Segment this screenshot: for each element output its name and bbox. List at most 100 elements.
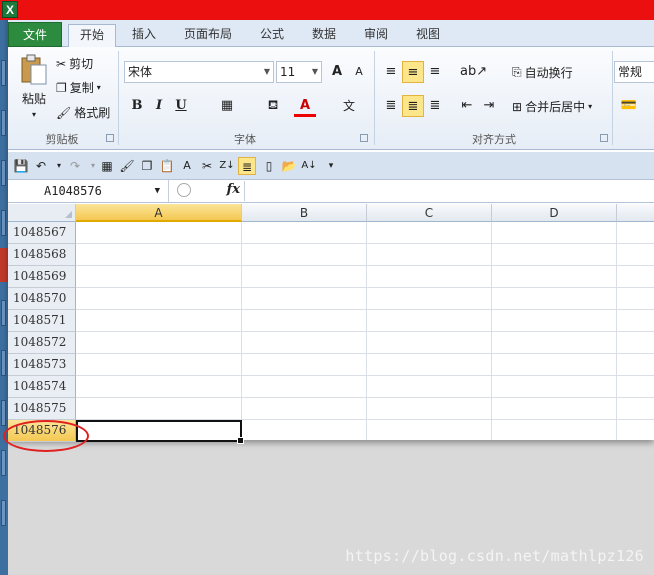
align-right-button[interactable]: ≣	[424, 95, 446, 117]
alignment-launcher-icon[interactable]	[600, 134, 608, 142]
sort-icon: A↓	[301, 160, 317, 171]
font-icon: A	[183, 159, 191, 172]
chevron-down-icon: ▾	[90, 161, 95, 170]
row-header[interactable]: 1048573	[8, 354, 76, 376]
open-qat-button[interactable]: 📂	[280, 157, 298, 175]
column-header-a[interactable]: A	[76, 204, 242, 222]
tab-home[interactable]: 开始	[68, 24, 116, 47]
copy-qat-button[interactable]: ❐	[138, 157, 156, 175]
redo-button[interactable]: ↷	[66, 157, 84, 175]
strip-tab	[1, 60, 6, 86]
grow-font-button[interactable]: A	[326, 61, 348, 83]
font-size-select[interactable]: 11 ▼	[276, 61, 322, 83]
font-color-button[interactable]: A	[294, 95, 316, 117]
row-header[interactable]: 1048570	[8, 288, 76, 310]
sort-qat-button[interactable]: Z↓	[218, 157, 236, 175]
row-header[interactable]: 1048571	[8, 310, 76, 332]
column-header-d[interactable]: D	[492, 204, 617, 222]
chevron-down-icon: ▾	[328, 161, 334, 171]
merge-center-label: 合并后居中	[525, 100, 586, 114]
border-icon: ▦	[220, 98, 234, 113]
tab-page-layout[interactable]: 页面布局	[176, 24, 240, 47]
decrease-indent-button[interactable]: ⇤	[456, 95, 478, 117]
cut-label: 剪切	[69, 57, 94, 71]
cut-button[interactable]: ✂ 剪切	[56, 55, 93, 72]
copy-label: 复制	[69, 81, 94, 95]
name-box[interactable]: A1048576 ▼	[8, 180, 164, 202]
cut-qat-button[interactable]: ✂	[198, 157, 216, 175]
tab-review[interactable]: 审阅	[356, 24, 396, 47]
ribbon-home: 粘贴 ▾ ✂ 剪切 ❐ 复制 ▾ 🖌 格式刷 剪贴板 宋体 ▼ 11 ▼ A A	[8, 47, 654, 150]
ribbon-separator	[118, 51, 119, 145]
save-button[interactable]: 💾	[12, 157, 30, 175]
center-qat-button[interactable]: ≣	[238, 157, 256, 175]
redo-icon: ↷	[69, 159, 81, 173]
align-top-button[interactable]: ≡	[380, 61, 402, 83]
column-header-e[interactable]	[617, 204, 654, 222]
tab-view[interactable]: 视图	[408, 24, 448, 47]
row-header[interactable]: 1048572	[8, 332, 76, 354]
fill-color-button[interactable]: ⛾	[262, 95, 284, 117]
tab-file[interactable]: 文件	[8, 22, 62, 47]
wrap-text-icon: ⎘	[512, 65, 522, 79]
number-format-value: 常规	[618, 65, 643, 79]
shrink-font-button[interactable]: A	[348, 61, 370, 83]
gridline	[76, 353, 654, 354]
paste-button[interactable]: 粘贴 ▾	[14, 53, 54, 119]
tab-data[interactable]: 数据	[304, 24, 344, 47]
phonetic-button[interactable]: 文	[338, 95, 360, 117]
paste-qat-button[interactable]: 📋	[158, 157, 176, 175]
row-header[interactable]: 1048575	[8, 398, 76, 420]
align-center-button[interactable]: ≣	[402, 95, 424, 117]
column-header-c[interactable]: C	[367, 204, 492, 222]
undo-button[interactable]: ↶	[32, 157, 50, 175]
align-bottom-button[interactable]: ≡	[424, 61, 446, 83]
gridline	[76, 375, 654, 376]
font-launcher-icon[interactable]	[360, 134, 368, 142]
column-header-b[interactable]: B	[242, 204, 367, 222]
wrap-text-button[interactable]: ⎘ 自动换行	[512, 64, 573, 81]
active-cell[interactable]	[76, 420, 244, 444]
orientation-button[interactable]: ab↗	[460, 61, 487, 83]
row-header[interactable]: 1048567	[8, 222, 76, 244]
excel-app-icon[interactable]: X	[2, 1, 18, 18]
borders-qat-button[interactable]: ▦	[98, 157, 116, 175]
border-button[interactable]: ▦	[216, 95, 238, 117]
tab-formulas[interactable]: 公式	[252, 24, 292, 47]
gridline	[76, 243, 654, 244]
row-header[interactable]: 1048569	[8, 266, 76, 288]
name-box-value: A1048576	[44, 184, 102, 198]
grid-icon: ▦	[101, 159, 113, 173]
open-folder-icon: 📂	[281, 159, 297, 173]
expand-icon[interactable]	[177, 183, 191, 197]
tab-insert[interactable]: 插入	[123, 24, 165, 47]
font-qat-button[interactable]: A	[178, 157, 196, 175]
copy-button[interactable]: ❐ 复制 ▾	[56, 79, 101, 96]
underline-button[interactable]: U	[170, 95, 192, 117]
number-format-select[interactable]: 常规	[614, 61, 654, 83]
merge-icon: ⊞	[512, 99, 523, 114]
sort-desc-qat-button[interactable]: A↓	[300, 157, 318, 175]
formula-input[interactable]	[244, 181, 654, 201]
row-header[interactable]: 1048568	[8, 244, 76, 266]
merge-center-button[interactable]: ⊞ 合并后居中 ▾	[512, 98, 592, 115]
clipboard-launcher-icon[interactable]	[106, 134, 114, 142]
format-painter-button[interactable]: 🖌 格式刷	[56, 104, 110, 121]
new-qat-button[interactable]: ▯	[260, 157, 278, 175]
chevron-down-icon: ▾	[96, 83, 101, 92]
bold-button[interactable]: B	[126, 95, 148, 117]
font-name-select[interactable]: 宋体 ▼	[124, 61, 274, 83]
strip-tab	[1, 110, 6, 136]
align-left-button[interactable]: ≣	[380, 95, 402, 117]
increase-indent-button[interactable]: ⇥	[478, 95, 500, 117]
format-painter-qat-button[interactable]: 🖌	[118, 157, 136, 175]
italic-button[interactable]: I	[148, 95, 170, 117]
currency-button[interactable]: 💳	[618, 95, 640, 117]
insert-function-button[interactable]: fx	[227, 182, 240, 197]
excel-window: X 文件 开始 插入 页面布局 公式 数据 审阅 视图 粘贴 ▾ ✂ 剪切 ❐ …	[0, 0, 654, 444]
row-header[interactable]: 1048574	[8, 376, 76, 398]
customize-qat-button[interactable]: ▾	[322, 157, 340, 175]
strip-tab	[1, 300, 6, 326]
select-all-corner[interactable]	[8, 204, 76, 222]
align-middle-button[interactable]: ≡	[402, 61, 424, 83]
